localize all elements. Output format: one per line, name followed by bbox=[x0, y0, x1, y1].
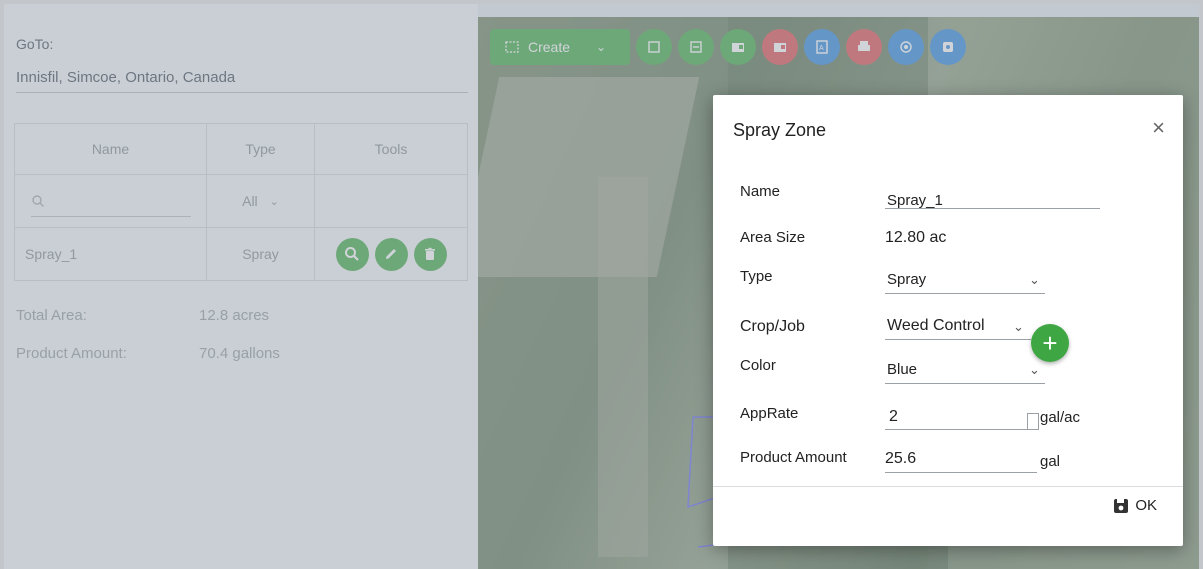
product-amount-unit: gal bbox=[1040, 453, 1061, 470]
dialog-title: Spray Zone bbox=[733, 120, 827, 140]
area-size-label: Area Size bbox=[740, 229, 806, 246]
color-label: Color bbox=[740, 357, 776, 374]
chevron-down-icon: ⌄ bbox=[1029, 272, 1040, 287]
product-amount-input[interactable]: 25.6 bbox=[885, 450, 916, 468]
name-input[interactable]: Spray_1 bbox=[887, 192, 943, 209]
plus-icon: + bbox=[1042, 327, 1058, 358]
apprate-label: AppRate bbox=[740, 405, 799, 422]
color-select[interactable]: Blue bbox=[887, 361, 917, 378]
type-select-underline bbox=[885, 293, 1045, 294]
dialog-divider bbox=[713, 486, 1183, 487]
name-input-underline bbox=[885, 208, 1100, 209]
spray-zone-dialog: Spray Zone × Name Spray_1 Area Size 12.8… bbox=[713, 95, 1183, 546]
color-select-underline bbox=[885, 383, 1045, 384]
apprate-unit: gal/ac bbox=[1040, 409, 1081, 426]
save-icon bbox=[1114, 498, 1129, 513]
add-crop-job-button[interactable]: + bbox=[1031, 324, 1069, 362]
type-label: Type bbox=[740, 268, 773, 285]
crop-job-select-underline bbox=[885, 339, 1031, 340]
chevron-down-icon: ⌄ bbox=[1013, 319, 1024, 334]
close-icon[interactable]: × bbox=[1152, 115, 1165, 141]
ok-button[interactable]: OK bbox=[1113, 497, 1157, 514]
ok-label: OK bbox=[1135, 497, 1157, 514]
chevron-down-icon: ⌄ bbox=[1029, 362, 1040, 377]
area-size-value: 12.80 ac bbox=[885, 229, 947, 246]
product-amount-input-underline bbox=[885, 472, 1037, 473]
apprate-input-underline bbox=[885, 429, 1037, 430]
apprate-input[interactable]: 2 bbox=[889, 408, 898, 426]
type-select[interactable]: Spray bbox=[887, 271, 926, 288]
name-label: Name bbox=[740, 183, 781, 200]
crop-job-label: Crop/Job bbox=[740, 318, 805, 335]
apprate-stepper[interactable] bbox=[1027, 413, 1039, 430]
crop-job-select[interactable]: Weed Control bbox=[887, 317, 985, 335]
product-amount-label: Product Amount bbox=[740, 449, 847, 466]
